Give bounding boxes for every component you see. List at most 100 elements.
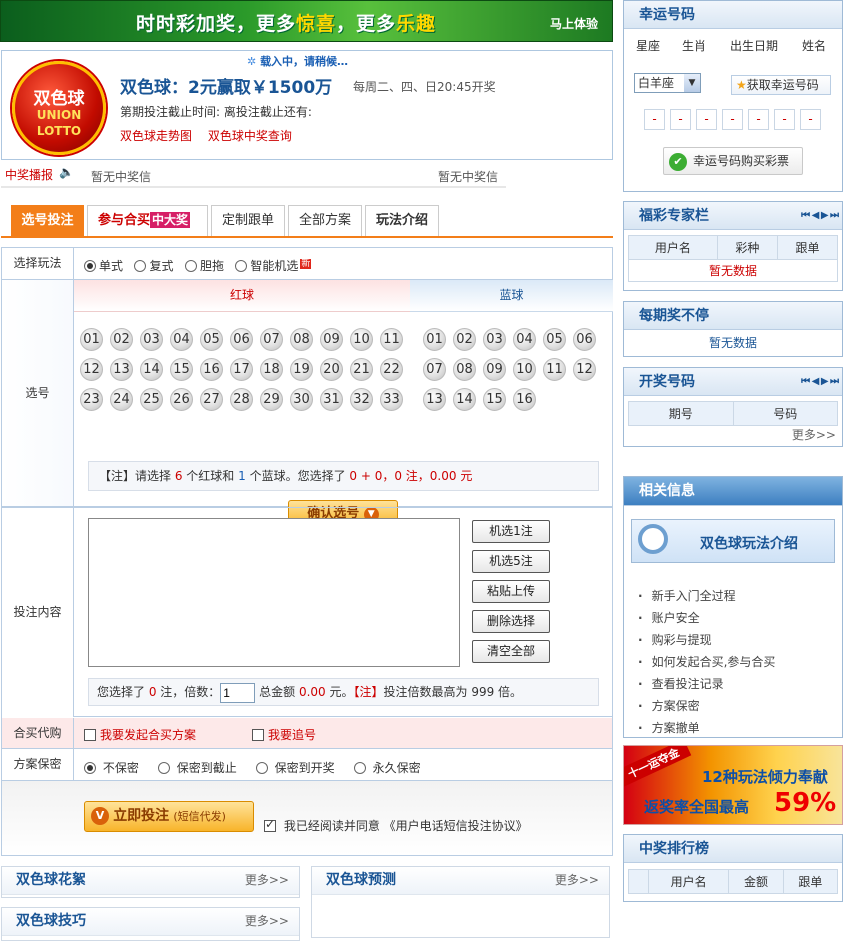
blue-ball[interactable]: 08 (453, 358, 476, 381)
red-ball[interactable]: 33 (380, 388, 403, 411)
related-link[interactable]: 查看投注记录 (638, 673, 775, 695)
red-ball[interactable]: 29 (260, 388, 283, 411)
red-ball[interactable]: 19 (290, 358, 313, 381)
tab-rules[interactable]: 玩法介绍 (365, 205, 439, 236)
related-link[interactable]: 账户安全 (638, 607, 775, 629)
secrecy-forever[interactable]: 永久保密 (353, 761, 421, 775)
red-ball[interactable]: 01 (80, 328, 103, 351)
play-option-multiple[interactable]: 复式 (134, 259, 173, 273)
red-ball[interactable]: 05 (200, 328, 223, 351)
chase-number-checkbox[interactable]: 我要追号 (252, 726, 316, 743)
red-ball[interactable]: 04 (170, 328, 193, 351)
play-option-banker[interactable]: 胆拖 (184, 259, 224, 273)
related-link[interactable]: 方案保密 (638, 695, 775, 717)
random-1-button[interactable]: 机选1注 (472, 520, 550, 543)
related-link[interactable]: 如何发起合买,参与合买 (638, 651, 776, 673)
red-ball[interactable]: 11 (380, 328, 403, 351)
paste-upload-button[interactable]: 粘贴上传 (472, 580, 550, 603)
red-ball[interactable]: 24 (110, 388, 133, 411)
radio-button[interactable] (84, 260, 96, 272)
blue-ball[interactable]: 07 (423, 358, 446, 381)
multiple-input[interactable] (220, 682, 256, 703)
get-lucky-number-button[interactable]: ★获取幸运号码 (731, 75, 831, 95)
zodiac-select[interactable]: 白羊座 ▼ (634, 73, 701, 93)
radio-button[interactable] (157, 762, 170, 774)
red-ball[interactable]: 03 (140, 328, 163, 351)
red-ball[interactable]: 14 (140, 358, 163, 381)
radio-button[interactable] (353, 762, 366, 774)
blue-ball[interactable]: 13 (423, 388, 446, 411)
radio-button[interactable] (235, 260, 248, 272)
tab-zodiac[interactable]: 星座 (636, 37, 660, 54)
red-ball[interactable]: 09 (320, 328, 343, 351)
red-ball[interactable]: 25 (140, 388, 163, 411)
prize-query-link[interactable]: 双色球中奖查询 (208, 129, 292, 143)
red-ball[interactable]: 18 (260, 358, 283, 381)
red-ball[interactable]: 22 (380, 358, 403, 381)
red-ball[interactable]: 02 (110, 328, 133, 351)
blue-ball[interactable]: 01 (423, 328, 446, 351)
red-ball[interactable]: 15 (170, 358, 193, 381)
banner-try-link[interactable]: 马上体验 (550, 15, 598, 32)
red-ball[interactable]: 21 (350, 358, 373, 381)
red-ball[interactable]: 20 (320, 358, 343, 381)
red-ball[interactable]: 06 (230, 328, 253, 351)
blue-ball[interactable]: 16 (513, 388, 536, 411)
blue-ball[interactable]: 15 (483, 388, 506, 411)
related-link[interactable]: 方案撤单 (638, 717, 775, 739)
secrecy-none[interactable]: 不保密 (84, 761, 139, 775)
red-ball[interactable]: 17 (230, 358, 253, 381)
blue-ball[interactable]: 04 (513, 328, 536, 351)
checkbox[interactable] (264, 817, 276, 832)
red-ball[interactable]: 32 (350, 388, 373, 411)
blue-ball[interactable]: 14 (453, 388, 476, 411)
more-link[interactable]: 更多>> (555, 867, 599, 894)
delete-selected-button[interactable]: 删除选择 (472, 610, 550, 633)
tab-chinese-zodiac[interactable]: 生肖 (682, 37, 706, 54)
bet-content-textarea[interactable] (88, 518, 460, 667)
red-ball[interactable]: 31 (320, 388, 343, 411)
blue-ball[interactable]: 09 (483, 358, 506, 381)
red-ball[interactable]: 16 (200, 358, 223, 381)
tab-all-plans[interactable]: 全部方案 (288, 205, 362, 236)
tab-pick-numbers[interactable]: 选号投注 (11, 205, 84, 236)
random-5-button[interactable]: 机选5注 (472, 550, 550, 573)
red-ball[interactable]: 12 (80, 358, 103, 381)
blue-ball[interactable]: 05 (543, 328, 566, 351)
red-ball[interactable]: 07 (260, 328, 283, 351)
more-link[interactable]: 更多>> (245, 908, 289, 935)
secrecy-until-draw[interactable]: 保密到开奖 (255, 761, 335, 775)
checkbox[interactable] (252, 729, 264, 741)
tab-birthday[interactable]: 出生日期 (730, 37, 778, 54)
tab-custom-follow[interactable]: 定制跟单 (211, 205, 285, 236)
red-ball[interactable]: 27 (200, 388, 223, 411)
checkbox[interactable] (84, 729, 96, 741)
tab-group-buy[interactable]: 参与合买 中大奖 (87, 205, 208, 236)
top-banner-ad[interactable]: 时时彩加奖，更多惊喜，更多乐趣 马上体验 (0, 0, 613, 42)
more-link[interactable]: 更多>> (792, 426, 836, 443)
pager-arrows-icon[interactable]: ⏮ ◀ ▶ ⏭ (801, 202, 839, 230)
submit-bet-button[interactable]: V 立即投注 (短信代发) (84, 801, 254, 832)
radio-button[interactable] (255, 762, 268, 774)
blue-ball[interactable]: 03 (483, 328, 506, 351)
red-ball[interactable]: 08 (290, 328, 313, 351)
radio-button[interactable] (134, 260, 147, 272)
radio-button[interactable] (184, 260, 197, 272)
rules-promo-button[interactable]: 双色球玩法介绍 (631, 519, 835, 563)
more-link[interactable]: 更多>> (245, 867, 289, 894)
clear-all-button[interactable]: 清空全部 (472, 640, 550, 663)
red-ball[interactable]: 26 (170, 388, 193, 411)
tab-name[interactable]: 姓名 (802, 37, 826, 54)
start-group-buy-checkbox[interactable]: 我要发起合买方案 (84, 726, 196, 743)
eleven-lottery-ad[interactable]: 十一运夺金 12种玩法倾力奉献 返奖率全国最高 59% (623, 745, 843, 825)
related-link[interactable]: 购彩与提现 (638, 629, 775, 651)
blue-ball[interactable]: 12 (573, 358, 596, 381)
blue-ball[interactable]: 02 (453, 328, 476, 351)
red-ball[interactable]: 28 (230, 388, 253, 411)
red-ball[interactable]: 23 (80, 388, 103, 411)
radio-button[interactable] (84, 762, 96, 774)
buy-with-lucky-button[interactable]: ✔ 幸运号码购买彩票 (663, 147, 803, 175)
play-option-single[interactable]: 单式 (84, 259, 123, 273)
play-option-smart[interactable]: 智能机选 (235, 259, 298, 273)
blue-ball[interactable]: 10 (513, 358, 536, 381)
